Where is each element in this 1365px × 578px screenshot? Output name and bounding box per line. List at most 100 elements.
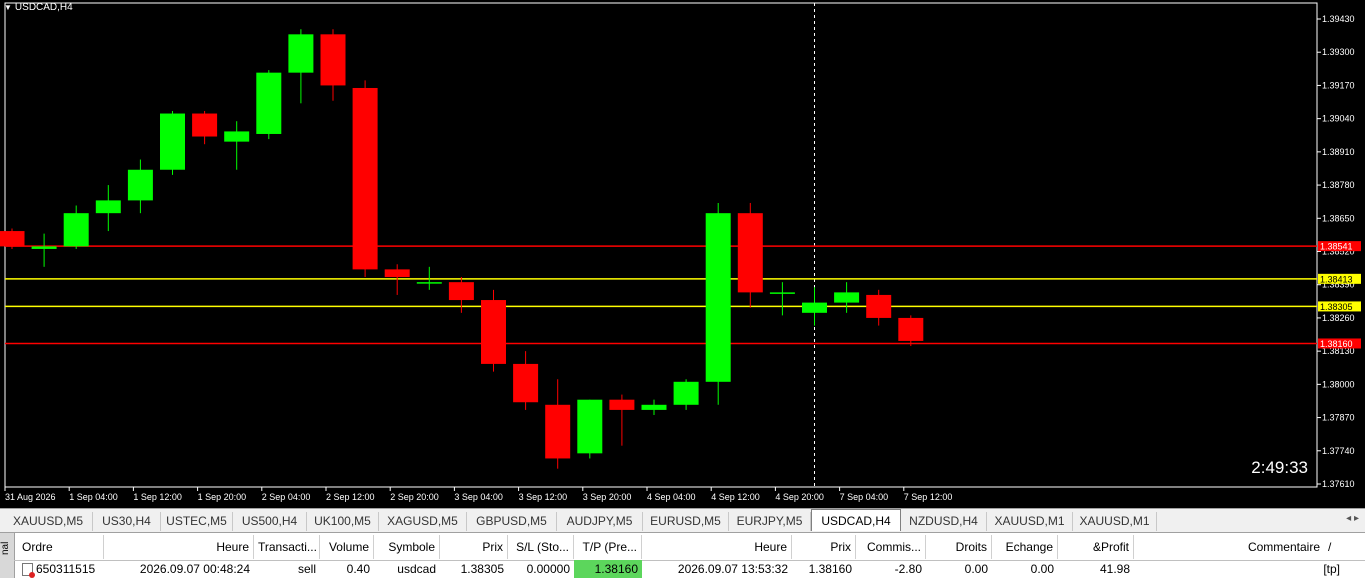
candle-body[interactable] <box>0 231 25 247</box>
dropdown-triangle-icon[interactable]: ▼ <box>4 3 12 12</box>
time-tick-label: 1 Sep 20:00 <box>198 492 247 502</box>
candle-body[interactable] <box>834 292 860 303</box>
candle-body[interactable] <box>63 213 89 247</box>
price-tick-label: 1.39040 <box>1322 114 1355 124</box>
cell-tp: 1.38160 <box>574 560 642 578</box>
col-header-profit[interactable]: &Profit <box>1058 535 1134 559</box>
order-document-icon <box>22 563 35 578</box>
chart-area[interactable]: 1.39430 1.39300 1.39170 1.39040 1.38910 1.387… <box>0 0 1365 508</box>
tab-eurusd-m5[interactable]: EURUSD,M5 <box>643 512 729 531</box>
sort-indicator[interactable]: / <box>1324 535 1365 559</box>
cell-droits: 0.00 <box>964 562 988 576</box>
tab-uk100-m5[interactable]: UK100,M5 <box>307 512 379 531</box>
candle-body[interactable] <box>481 300 506 364</box>
col-header-symbole[interactable]: Symbole <box>374 535 440 559</box>
cell-symbole: usdcad <box>397 562 436 576</box>
time-tick-label: 2 Sep 12:00 <box>326 492 375 502</box>
tab-nzdusd-h4[interactable]: NZDUSD,H4 <box>901 512 987 531</box>
price-tick-label: 1.38260 <box>1322 313 1355 323</box>
time-tick-label: 3 Sep 12:00 <box>519 492 568 502</box>
tab-us500-h4[interactable]: US500,H4 <box>233 512 307 531</box>
candle-body[interactable] <box>673 381 699 405</box>
candle-body[interactable] <box>31 246 57 249</box>
candle-body[interactable] <box>545 404 571 459</box>
level-price-label: 1.38160 <box>1320 339 1353 349</box>
candle-body[interactable] <box>384 269 410 278</box>
tab-xauusd-m1[interactable]: XAUUSD,M1 <box>987 512 1073 531</box>
col-header-prix[interactable]: Prix <box>440 535 508 559</box>
tab-us30-h4[interactable]: US30,H4 <box>93 512 161 531</box>
price-tick-label: 1.38910 <box>1322 147 1355 157</box>
col-header-sl[interactable]: S/L (Sto... <box>508 535 574 559</box>
cell-prix-close: 1.38160 <box>808 562 852 576</box>
time-tick-label: 1 Sep 04:00 <box>69 492 118 502</box>
price-tick-label: 1.37870 <box>1322 413 1355 423</box>
price-tick-label: 1.38000 <box>1322 379 1355 389</box>
col-header-commission[interactable]: Commis... <box>856 535 926 559</box>
symbol-label[interactable]: ▼ USDCAD,H4 <box>4 2 73 13</box>
time-tick-label: 1 Sep 12:00 <box>133 492 182 502</box>
tab-audjpy-m5[interactable]: AUDJPY,M5 <box>557 512 643 531</box>
price-tick-label: 1.39300 <box>1322 47 1355 57</box>
cell-ordre[interactable]: 650311515 <box>18 560 104 578</box>
candle-body[interactable] <box>448 282 474 301</box>
candle-body[interactable] <box>577 399 603 454</box>
candle-body[interactable] <box>609 399 635 410</box>
tab-eurjpy-m5[interactable]: EURJPY,M5 <box>729 512 811 531</box>
tab-gbpusd-m5[interactable]: GBPUSD,M5 <box>467 512 557 531</box>
candle-body[interactable] <box>802 302 827 313</box>
col-header-droits[interactable]: Droits <box>926 535 992 559</box>
col-header-commentaire[interactable]: Commentaire <box>1134 535 1324 559</box>
time-tick-label: 7 Sep 04:00 <box>840 492 889 502</box>
col-header-ordre[interactable]: Ordre <box>18 535 104 559</box>
time-tick-label: 4 Sep 04:00 <box>647 492 696 502</box>
tab-xagusd-m5[interactable]: XAGUSD,M5 <box>379 512 467 531</box>
candle-body[interactable] <box>705 213 731 382</box>
col-header-volume[interactable]: Volume <box>320 535 374 559</box>
candle-body[interactable] <box>288 34 314 73</box>
time-tick-label: 7 Sep 12:00 <box>904 492 953 502</box>
terminal-sidebar[interactable]: nal <box>0 533 15 578</box>
tab-usdcad-h4[interactable]: USDCAD,H4 <box>811 509 901 531</box>
candle-body[interactable] <box>160 113 185 170</box>
level-price-label: 1.38305 <box>1320 302 1353 312</box>
candle-body[interactable] <box>192 113 218 137</box>
candle-body[interactable] <box>256 72 282 134</box>
candle-body[interactable] <box>95 200 121 214</box>
candle-body[interactable] <box>866 294 892 318</box>
col-header-heure-close[interactable]: Heure <box>642 535 792 559</box>
price-tick-label: 1.37610 <box>1322 479 1355 489</box>
tab-xauusd-m5[interactable]: XAUUSD,M5 <box>4 512 93 531</box>
col-header-tp[interactable]: T/P (Pre... <box>574 535 642 559</box>
col-header-transaction[interactable]: Transacti... <box>254 535 320 559</box>
col-header-echange[interactable]: Echange <box>992 535 1058 559</box>
plot-frame <box>4 2 1318 488</box>
candle-body[interactable] <box>127 169 153 201</box>
price-tick-label: 1.38650 <box>1322 213 1355 223</box>
price-tick-label: 1.37740 <box>1322 446 1355 456</box>
time-tick-label: 31 Aug 2026 <box>5 492 56 502</box>
cell-volume: 0.40 <box>346 562 370 576</box>
tab-scroll-arrows-icon[interactable]: ◂ ▸ <box>1346 513 1359 524</box>
candle-body[interactable] <box>898 317 924 341</box>
cell-commentaire: [tp] <box>1323 562 1340 576</box>
candle-body[interactable] <box>352 87 378 270</box>
candle-body[interactable] <box>416 282 442 284</box>
tab-xauusd-m1[interactable]: XAUUSD,M1 <box>1073 512 1157 531</box>
time-tick-label: 3 Sep 20:00 <box>583 492 632 502</box>
candle-body[interactable] <box>641 404 667 410</box>
tab-ustec-m5[interactable]: USTEC,M5 <box>161 512 233 531</box>
candle-body[interactable] <box>737 213 763 293</box>
candle-body[interactable] <box>769 292 795 294</box>
col-header-heure[interactable]: Heure <box>104 535 254 559</box>
time-tick-label: 2 Sep 04:00 <box>262 492 311 502</box>
time-tick-label: 4 Sep 20:00 <box>775 492 824 502</box>
candle-body[interactable] <box>513 363 539 403</box>
candle-body[interactable] <box>320 34 346 86</box>
col-header-prix-close[interactable]: Prix <box>792 535 856 559</box>
candle-body[interactable] <box>224 131 250 142</box>
time-tick-label: 4 Sep 12:00 <box>711 492 760 502</box>
price-chart[interactable]: 1.39430 1.39300 1.39170 1.39040 1.38910 1.387… <box>0 0 1365 508</box>
level-price-label: 1.38413 <box>1320 274 1353 284</box>
bar-countdown: 2:49:33 <box>1251 458 1308 477</box>
